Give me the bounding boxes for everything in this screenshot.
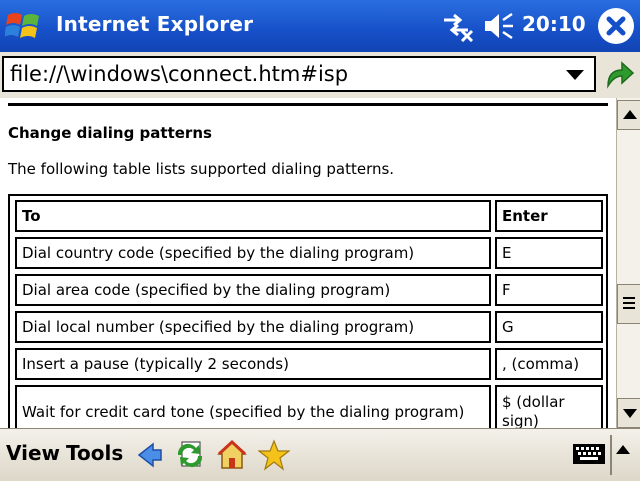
chevron-down-icon	[623, 409, 637, 418]
table-cell-to: Dial local number (specified by the dial…	[15, 311, 491, 343]
table-cell-enter: F	[495, 274, 603, 306]
address-input[interactable]: file://\windows\connect.htm#isp	[2, 56, 596, 92]
grip-icon	[623, 297, 635, 309]
address-url: file://\windows\connect.htm#isp	[10, 62, 349, 86]
page-content[interactable]: Change dialing patterns The following ta…	[0, 98, 616, 428]
table-cell-to: Insert a pause (typically 2 seconds)	[15, 348, 491, 380]
connectivity-icon[interactable]	[440, 10, 474, 42]
table-cell-enter: , (comma)	[495, 348, 603, 380]
app-title: Internet Explorer	[56, 12, 254, 36]
tools-menu[interactable]: Tools	[66, 441, 123, 465]
dialing-patterns-table: To Enter Dial country code (specified by…	[8, 194, 608, 428]
table-header-enter: Enter	[495, 200, 603, 232]
favorites-icon[interactable]	[258, 439, 290, 471]
intro-text: The following table lists supported dial…	[8, 160, 395, 178]
scroll-thumb[interactable]	[617, 284, 640, 324]
chevron-down-icon[interactable]	[566, 70, 584, 80]
refresh-icon[interactable]	[174, 439, 206, 471]
back-icon[interactable]	[134, 439, 166, 471]
chevron-up-icon[interactable]	[616, 445, 630, 454]
vertical-scrollbar[interactable]	[616, 98, 640, 428]
scroll-down-button[interactable]	[617, 398, 640, 428]
table-cell-to: Wait for credit card tone (specified by …	[15, 385, 491, 428]
table-header-to: To	[15, 200, 491, 232]
view-menu[interactable]: View	[6, 441, 60, 465]
clock[interactable]: 20:10	[522, 12, 586, 36]
close-button[interactable]	[598, 8, 634, 44]
windows-logo-icon[interactable]	[5, 8, 43, 44]
table-cell-to: Dial area code (specified by the dialing…	[15, 274, 491, 306]
section-heading: Change dialing patterns	[8, 124, 212, 142]
table-cell-to: Dial country code (specified by the dial…	[15, 237, 491, 269]
scroll-up-button[interactable]	[617, 100, 640, 130]
go-arrow-icon[interactable]	[602, 58, 636, 92]
table-cell-enter: E	[495, 237, 603, 269]
horizontal-rule	[8, 103, 608, 106]
chevron-up-icon	[623, 110, 637, 119]
table-cell-enter: $ (dollar sign)	[495, 385, 603, 428]
table-cell-enter: G	[495, 311, 603, 343]
home-icon[interactable]	[216, 439, 248, 471]
divider	[610, 435, 612, 475]
menu-bar: View Tools	[0, 428, 640, 481]
keyboard-icon[interactable]	[572, 439, 606, 469]
title-bar: Internet Explorer 20:10	[0, 0, 640, 52]
close-icon	[606, 16, 626, 36]
address-bar: file://\windows\connect.htm#isp	[0, 52, 640, 99]
volume-icon[interactable]	[482, 10, 516, 42]
